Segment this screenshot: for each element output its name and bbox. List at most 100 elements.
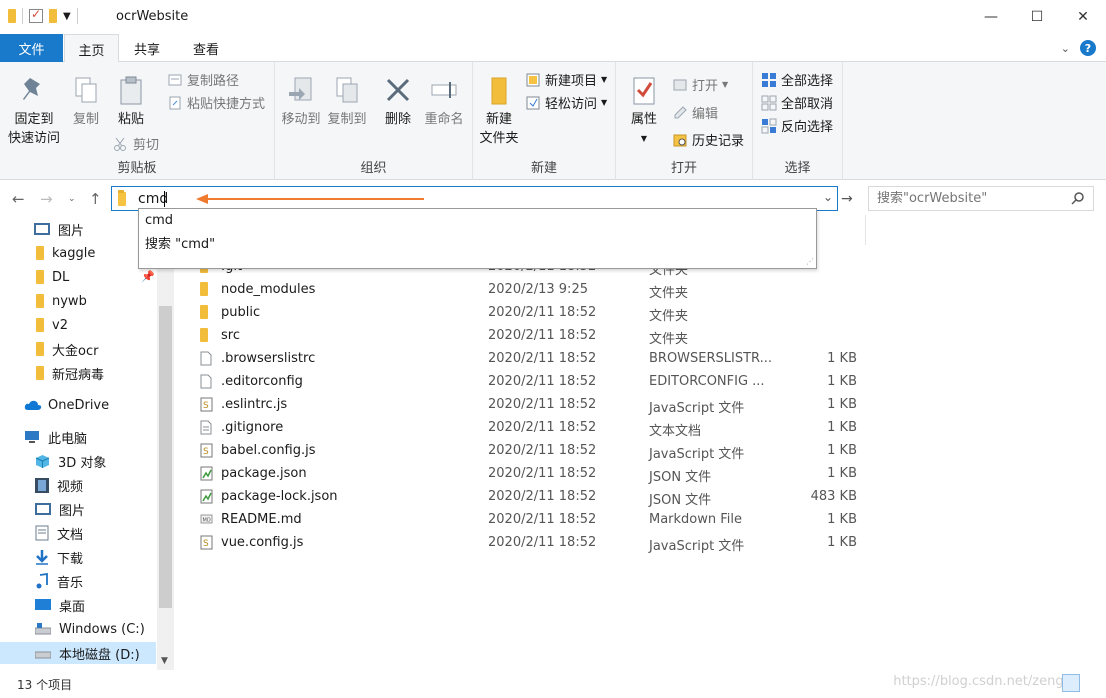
new-folder-button[interactable]: 新建 文件夹 [477,74,521,148]
file-date: 2020/2/11 18:52 [488,397,597,412]
copy-button[interactable]: 复制 [66,74,106,129]
file-row[interactable]: .gitignore 2020/2/11 18:52 文本文档 1 KB [195,417,865,439]
select-all-button[interactable]: 全部选择 [761,70,833,89]
properties-icon[interactable] [29,7,43,23]
move-to-button[interactable]: 移动到 [279,74,323,129]
scroll-down-arrow-icon[interactable]: ▼ [161,656,168,666]
file-row[interactable]: .editorconfig 2020/2/11 18:52 EDITORCONFIG… [195,371,865,393]
nav-item-music[interactable]: 音乐 [35,570,83,592]
file-date: 2020/2/11 18:52 [488,328,597,343]
nav-item-onedrive[interactable]: OneDrive [24,394,109,416]
collapse-ribbon-icon[interactable]: ⌄ [1061,42,1070,55]
rename-button[interactable]: 重命名 [419,74,469,129]
file-row[interactable]: Svue.config.js 2020/2/11 18:52 JavaScript … [195,532,865,554]
nav-item-dl[interactable]: DL [36,266,69,288]
download-icon [36,550,48,565]
suggestion-item[interactable]: cmd [145,213,173,228]
file-name: package-lock.json [221,489,338,504]
paste-button[interactable]: 粘贴 [111,74,151,129]
paste-shortcut-button[interactable]: 粘贴快捷方式 [167,93,265,112]
new-item-button[interactable]: 新建项目 ▼ [525,70,607,89]
minimize-button[interactable]: — [968,0,1014,34]
tab-file[interactable]: 文件 [0,34,63,62]
file-row[interactable]: node_modules 2020/2/13 9:25 文件夹 [195,279,865,301]
copy-to-button[interactable]: 复制到 [325,74,369,129]
file-row[interactable]: public 2020/2/11 18:52 文件夹 [195,302,865,324]
nav-item-coronavirus[interactable]: 新冠病毒 [36,362,104,384]
history-button[interactable]: 历史记录 [672,130,744,149]
close-button[interactable]: ✕ [1060,0,1106,34]
copy-path-button[interactable]: 复制路径 [167,70,239,89]
nav-item-daikin-ocr[interactable]: 大金ocr [36,338,98,360]
pin-quick-access-button[interactable]: 固定到 快速访问 [8,74,60,148]
recent-locations-chevron-icon[interactable]: ⌄ [68,194,76,204]
navigation-pane-scrollbar[interactable]: ▼ [157,220,174,670]
new-folder-icon[interactable] [49,9,57,23]
properties-icon [633,77,655,105]
go-arrow-icon[interactable]: → [841,191,853,207]
file-row[interactable]: S .eslintrc.js 2020/2/11 18:52 JavaScript 文… [195,394,865,416]
large-icons-view-button[interactable] [1084,674,1102,692]
cube-icon [35,454,50,468]
nav-item-label: kaggle [52,245,96,261]
chevron-down-icon[interactable]: ▼ [63,11,71,22]
suggestion-item[interactable]: 搜索 "cmd" [145,233,215,252]
document-icon [35,525,49,541]
file-row[interactable]: .browserslistrc 2020/2/11 18:52 BROWSERSLI… [195,348,865,370]
tab-view[interactable]: 查看 [178,34,234,62]
nav-item-pictures[interactable]: 图片 [34,218,84,240]
edit-button[interactable]: 编辑 [672,103,718,122]
address-suggestions-dropdown: cmd 搜索 "cmd" ⋰ [138,208,817,269]
file-row[interactable]: MD README.md 2020/2/11 18:52 Markdown File 1… [195,509,865,531]
file-row[interactable]: package-lock.json 2020/2/11 18:52 JSON 文件 4… [195,486,865,508]
search-input[interactable] [877,191,1067,206]
copy-icon [75,77,97,103]
file-icon [200,374,212,393]
nav-item-this-pc[interactable]: 此电脑 [24,426,87,448]
address-dropdown-chevron-icon[interactable]: ⌄ [823,190,833,204]
easy-access-button[interactable]: 轻松访问 ▼ [525,93,607,112]
file-type: JSON 文件 [649,470,712,485]
pin-icon[interactable]: 📌 [141,270,155,283]
maximize-button[interactable]: ☐ [1014,0,1060,34]
nav-item-v2[interactable]: v2 [36,314,68,336]
invert-selection-button[interactable]: 反向选择 [761,116,833,135]
svg-text:S: S [203,447,209,457]
new-group: 新建 文件夹 新建项目 ▼ 轻松访问 ▼ 新建 [473,62,616,180]
scrollbar-thumb[interactable] [159,306,172,608]
nav-item-3d-objects[interactable]: 3D 对象 [35,450,106,472]
nav-item-pictures-pc[interactable]: 图片 [35,498,85,520]
resize-grip[interactable]: ⋰ [806,257,814,266]
file-row[interactable]: Sbabel.config.js 2020/2/11 18:52 JavaScrip… [195,440,865,462]
tab-share[interactable]: 共享 [121,34,173,62]
nav-item-drive-d[interactable]: 本地磁盘 (D:) [0,642,156,664]
search-box[interactable] [868,186,1094,211]
file-size: 1 KB [827,351,857,366]
nav-item-drive-c[interactable]: Windows (C:) [35,618,145,640]
help-icon[interactable]: ? [1080,40,1096,56]
file-date: 2020/2/11 18:52 [488,443,597,458]
nav-item-documents[interactable]: 文档 [35,522,83,544]
paste-icon [120,76,142,105]
file-name: .gitignore [221,420,284,435]
file-row[interactable]: package.json 2020/2/11 18:52 JSON 文件 1 KB [195,463,865,485]
up-arrow-icon[interactable]: ↑ [89,190,102,208]
forward-arrow-icon[interactable]: → [40,190,53,208]
back-arrow-icon[interactable]: ← [12,190,25,208]
details-view-button[interactable] [1062,674,1080,692]
nav-item-desktop[interactable]: 桌面 [35,594,85,616]
nav-item-kaggle[interactable]: kaggle [36,242,95,264]
nav-item-nywb[interactable]: nywb [36,290,87,312]
delete-button[interactable]: 删除 [379,74,417,129]
search-icon[interactable] [1071,191,1085,205]
file-type: 文件夹 [649,332,689,347]
open-button[interactable]: 打开 ▼ [672,75,728,94]
select-none-button[interactable]: 全部取消 [761,93,833,112]
tab-home[interactable]: 主页 [64,34,119,63]
folder-icon [8,9,16,23]
file-row[interactable]: src 2020/2/11 18:52 文件夹 [195,325,865,347]
properties-button[interactable]: 属性 ▼ [624,74,664,148]
nav-item-downloads[interactable]: 下载 [35,546,83,568]
nav-item-videos[interactable]: 视频 [35,474,83,496]
cut-button[interactable]: 剪切 [113,134,159,153]
